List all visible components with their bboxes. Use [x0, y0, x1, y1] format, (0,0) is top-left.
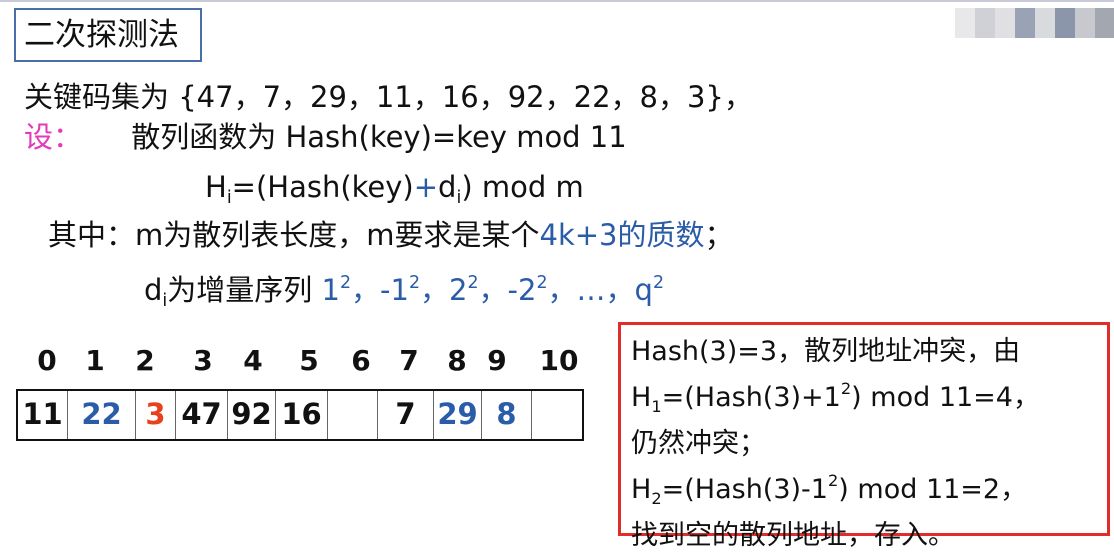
increment-sequence: 12，-12，22，-22，…，q2	[321, 273, 665, 307]
hash-table: 11 22 3 47 92 16 7 29 8	[16, 389, 584, 441]
hash-table-cell: 8	[482, 391, 532, 439]
hash-function: 散列函数为 Hash(key)=key mod 11	[131, 120, 627, 154]
note-line: H1=(Hash(3)+12) mod 11=4，	[631, 379, 1040, 416]
probe-formula: Hi=(Hash(key)+di) mod m	[205, 170, 584, 208]
hash-table-cell	[328, 391, 378, 439]
note-line: H2=(Hash(3)-12) mod 11=2，	[631, 471, 1028, 508]
table-index: 4	[243, 344, 263, 377]
prime-condition: 4k+3的质数	[539, 218, 705, 252]
increment-line: di为增量序列 12，-12，22，-22，…，q2	[144, 273, 665, 311]
note-line: Hash(3)=3，散列地址冲突，由	[631, 336, 1021, 367]
table-index: 3	[193, 344, 213, 377]
hash-table-cell: 47	[176, 391, 228, 439]
hash-table-cell: 11	[18, 391, 68, 439]
top-divider	[0, 0, 1114, 2]
table-index: 5	[299, 344, 319, 377]
hash-table-cell: 16	[276, 391, 328, 439]
slide-title: 二次探测法	[14, 8, 202, 62]
hash-table-cell: 7	[378, 391, 434, 439]
let-label: 设：	[24, 120, 83, 154]
where-line: 其中：m为散列表长度，m要求是某个4k+3的质数；	[48, 218, 734, 252]
keys-line: 关键码集为 {47，7，29，11，16，92，22，8，3}，	[24, 80, 753, 114]
hash-table-cell	[532, 391, 582, 439]
table-index: 7	[399, 344, 419, 377]
collision-explanation-box: Hash(3)=3，散列地址冲突，由 H1=(Hash(3)+12) mod 1…	[618, 322, 1110, 551]
hash-table-cell: 3	[136, 391, 176, 439]
hash-table-cell: 29	[434, 391, 482, 439]
note-line: 找到空的散列地址，存入。	[631, 520, 955, 551]
table-index: 10	[539, 344, 579, 377]
table-index: 0	[37, 344, 57, 377]
note-line: 仍然冲突；	[631, 428, 766, 459]
hash-table-cell: 22	[68, 391, 136, 439]
hash-table-cell: 92	[228, 391, 276, 439]
table-index: 6	[351, 344, 371, 377]
table-index: 1	[85, 344, 105, 377]
table-index: 9	[487, 344, 507, 377]
hash-function-line: 设： 散列函数为 Hash(key)=key mod 11	[24, 120, 627, 154]
table-index: 2	[135, 344, 155, 377]
